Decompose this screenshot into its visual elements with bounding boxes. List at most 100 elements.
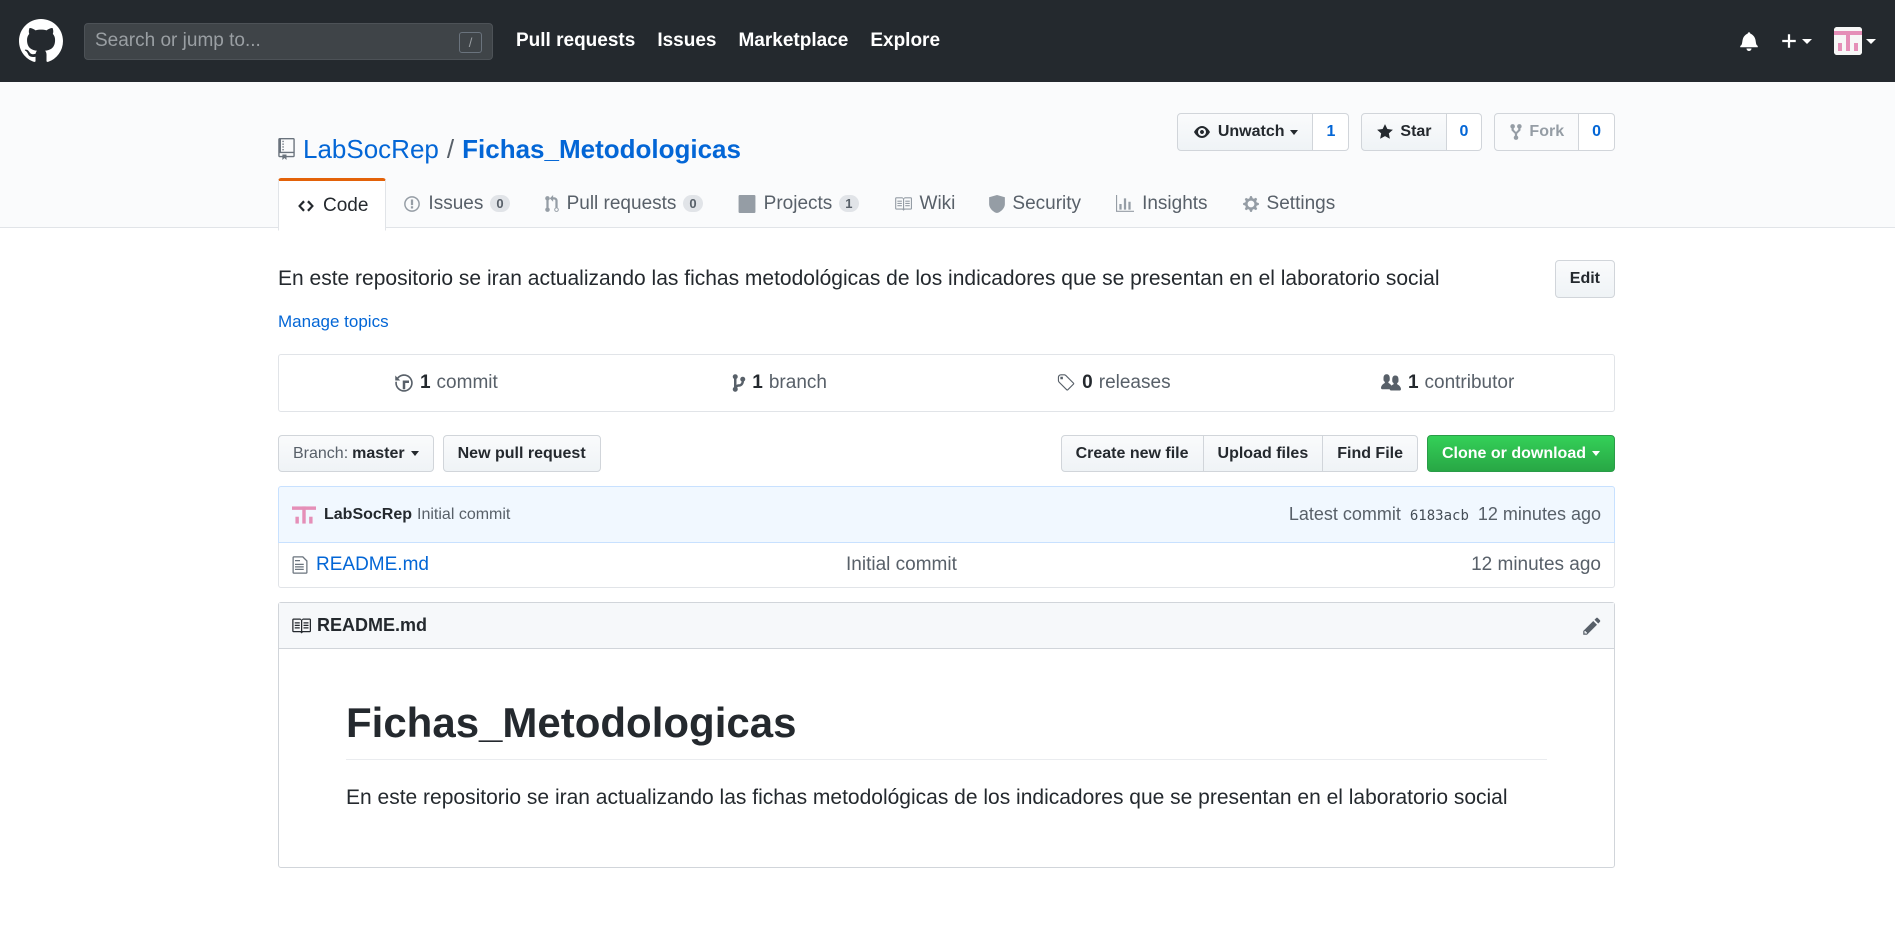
branches-label: branch xyxy=(768,372,827,393)
plus-icon xyxy=(1782,34,1796,48)
global-nav: Pull requests Issues Marketplace Explore xyxy=(516,30,962,52)
chevron-down-icon xyxy=(1802,38,1812,44)
commit-message-link[interactable]: Initial commit xyxy=(417,506,510,524)
fork-button[interactable]: Fork xyxy=(1494,113,1580,151)
history-icon xyxy=(395,374,413,392)
forks-count[interactable]: 0 xyxy=(1579,113,1615,151)
repo-owner-link[interactable]: LabSocRep xyxy=(303,134,439,165)
branch-select-button[interactable]: Branch: master xyxy=(278,435,434,472)
star-group: Star 0 xyxy=(1361,113,1483,151)
latest-commit-bar: LabSocRep Initial commit Latest commit 6… xyxy=(278,486,1615,543)
user-menu[interactable] xyxy=(1834,27,1876,55)
latest-commit-prefix: Latest commit xyxy=(1288,504,1401,524)
book-icon xyxy=(291,616,311,636)
chevron-down-icon xyxy=(1290,129,1299,135)
tab-label: Settings xyxy=(1266,192,1336,214)
chevron-down-icon xyxy=(1592,451,1600,456)
repo-name-link[interactable]: Fichas_Metodologicas xyxy=(462,134,741,165)
numbers-summary: 1 commit 1 branch 0 releases 1 contribut… xyxy=(278,354,1615,412)
issue-icon xyxy=(404,195,421,212)
tab-security[interactable]: Security xyxy=(972,178,1098,229)
stargazers-count[interactable]: 0 xyxy=(1446,113,1483,151)
commits-label: commit xyxy=(436,372,498,393)
branch-name: master xyxy=(352,444,405,462)
repo-icon xyxy=(278,138,295,160)
file-age: 12 minutes ago xyxy=(1471,554,1601,575)
chevron-down-icon xyxy=(410,451,419,456)
commits-link[interactable]: 1 commit xyxy=(279,372,613,394)
releases-link[interactable]: 0 releases xyxy=(947,372,1281,394)
file-list: README.md Initial commit 12 minutes ago xyxy=(278,543,1615,588)
shield-icon xyxy=(989,194,1006,213)
project-icon xyxy=(738,194,756,213)
commit-age: 12 minutes ago xyxy=(1477,504,1601,524)
branches-link[interactable]: 1 branch xyxy=(613,372,947,394)
file-name-link[interactable]: README.md xyxy=(316,554,846,576)
readme-header: README.md xyxy=(279,603,1614,649)
file-navigation: Branch: master New pull request Create n… xyxy=(278,435,1615,472)
tab-label: Issues xyxy=(428,192,484,214)
tab-issues[interactable]: Issues 0 xyxy=(386,178,526,229)
readme-paragraph: En este repositorio se iran actualizando… xyxy=(346,786,1508,809)
nav-explore[interactable]: Explore xyxy=(870,30,940,52)
pencil-icon[interactable] xyxy=(1582,616,1602,636)
repo-tabs: Code Issues 0 Pull requests 0 Projects 1… xyxy=(278,178,1352,231)
releases-label: releases xyxy=(1098,372,1171,393)
contributors-label: contributor xyxy=(1424,372,1515,393)
nav-marketplace[interactable]: Marketplace xyxy=(738,30,848,52)
find-file-button[interactable]: Find File xyxy=(1323,435,1418,472)
readme-filename: README.md xyxy=(317,615,428,635)
nav-pull-requests[interactable]: Pull requests xyxy=(516,30,635,52)
commits-count: 1 xyxy=(419,372,431,393)
contributors-link[interactable]: 1 contributor xyxy=(1280,372,1614,394)
tab-label: Security xyxy=(1012,192,1082,214)
bell-icon[interactable] xyxy=(1740,31,1758,51)
search-box[interactable]: / xyxy=(84,22,493,60)
contributors-count: 1 xyxy=(1407,372,1419,393)
search-input[interactable] xyxy=(95,30,482,52)
releases-count: 0 xyxy=(1082,372,1093,393)
unwatch-button[interactable]: Unwatch xyxy=(1176,113,1314,151)
branch-prefix: Branch: xyxy=(293,444,349,462)
commit-author-link[interactable]: LabSocRep xyxy=(324,506,412,524)
repo-title: LabSocRep / Fichas_Metodologicas xyxy=(278,134,741,165)
tab-code[interactable]: Code xyxy=(278,178,387,231)
clone-download-button[interactable]: Clone or download xyxy=(1427,435,1615,472)
tab-pull-requests[interactable]: Pull requests 0 xyxy=(527,178,720,229)
edit-description-button[interactable]: Edit xyxy=(1554,260,1615,298)
readme-content: Fichas_Metodologicas En este repositorio… xyxy=(279,649,1614,867)
star-button[interactable]: Star xyxy=(1361,113,1447,151)
create-new-file-button[interactable]: Create new file xyxy=(1060,435,1204,472)
tab-projects[interactable]: Projects 1 xyxy=(720,178,876,229)
avatar[interactable] xyxy=(292,502,316,527)
tab-settings[interactable]: Settings xyxy=(1225,178,1353,229)
commit-sha-link[interactable]: 6183acb xyxy=(1410,508,1469,524)
star-icon xyxy=(1377,124,1394,139)
gear-icon xyxy=(1242,195,1259,212)
repo-content: En este repositorio se iran actualizando… xyxy=(278,260,1615,868)
tag-icon xyxy=(1058,374,1075,391)
tab-wiki[interactable]: Wiki xyxy=(876,178,973,229)
file-icon xyxy=(292,555,308,575)
tab-insights[interactable]: Insights xyxy=(1098,178,1224,229)
repo-description-row: En este repositorio se iran actualizando… xyxy=(278,260,1615,298)
fork-group: Fork 0 xyxy=(1494,113,1615,151)
manage-topics-link[interactable]: Manage topics xyxy=(278,312,1615,332)
repo-description: En este repositorio se iran actualizando… xyxy=(278,267,1440,290)
nav-issues[interactable]: Issues xyxy=(657,30,716,52)
create-new-menu[interactable] xyxy=(1780,32,1812,50)
branch-icon xyxy=(733,374,746,392)
github-logo-icon[interactable] xyxy=(19,19,63,63)
pull-request-icon xyxy=(544,194,559,212)
file-commit-message-link[interactable]: Initial commit xyxy=(846,554,957,576)
table-row: README.md Initial commit 12 minutes ago xyxy=(279,543,1614,587)
watchers-count[interactable]: 1 xyxy=(1313,113,1350,151)
tab-label: Wiki xyxy=(919,192,956,214)
upload-files-button[interactable]: Upload files xyxy=(1203,435,1324,472)
projects-count-badge: 1 xyxy=(839,195,859,212)
watch-group: Unwatch 1 xyxy=(1176,113,1350,151)
repo-header: LabSocRep / Fichas_Metodologicas Unwatch… xyxy=(0,82,1895,231)
new-pull-request-button[interactable]: New pull request xyxy=(442,435,601,472)
eye-icon xyxy=(1193,126,1210,138)
tab-label: Insights xyxy=(1142,192,1208,214)
